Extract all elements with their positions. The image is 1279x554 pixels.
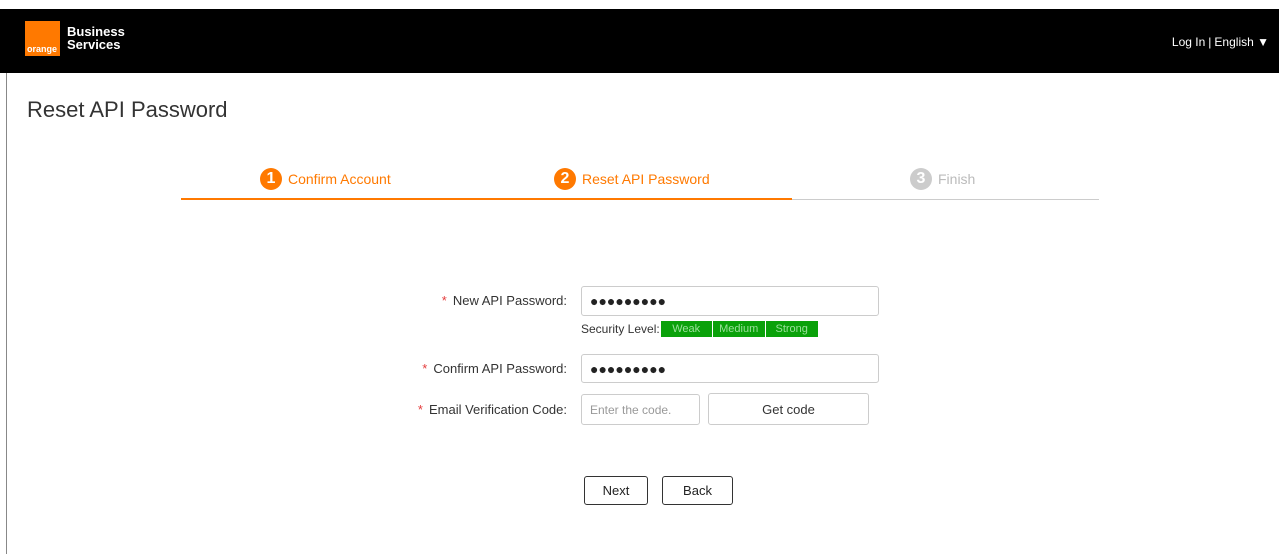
header-links: Log In | English ▼ xyxy=(1172,35,1269,49)
page-left-border xyxy=(6,73,7,554)
page-title: Reset API Password xyxy=(27,97,228,122)
required-mark: * xyxy=(417,402,423,417)
step-number-2: 2 xyxy=(554,168,576,190)
confirm-password-input[interactable]: ●●●●●●●●● xyxy=(581,354,879,383)
security-strong: Strong xyxy=(765,321,818,337)
logo-text: orange xyxy=(27,44,58,54)
header-separator: | xyxy=(1208,35,1212,49)
email-code-placeholder: Enter the code. xyxy=(590,402,672,417)
security-level-label: Security Level: xyxy=(581,322,660,336)
email-code-input[interactable]: Enter the code. xyxy=(581,394,700,425)
language-select[interactable]: English ▼ xyxy=(1214,35,1269,49)
required-mark: * xyxy=(441,293,447,308)
security-medium: Medium xyxy=(712,321,765,337)
step-number-1: 1 xyxy=(260,168,282,190)
confirm-password-label-text: Confirm API Password: xyxy=(433,361,567,376)
new-password-label-text: New API Password: xyxy=(452,293,567,308)
step-number-3: 3 xyxy=(910,168,932,190)
next-button[interactable]: Next xyxy=(584,476,648,505)
step-label: Confirm Account xyxy=(288,171,391,187)
confirm-password-label: * Confirm API Password: xyxy=(380,361,567,376)
back-button[interactable]: Back xyxy=(662,476,733,505)
step-reset-password: 2 Reset API Password xyxy=(554,168,710,190)
progress-stepper: 1 Confirm Account 2 Reset API Password 3… xyxy=(181,166,1099,200)
step-finish: 3 Finish xyxy=(910,168,975,190)
header-bar: orange Business Services Log In | English … xyxy=(0,9,1279,73)
new-password-value: ●●●●●●●●● xyxy=(590,293,667,309)
email-code-label-text: Email Verification Code: xyxy=(428,402,567,417)
required-mark: * xyxy=(422,361,428,376)
new-password-input[interactable]: ●●●●●●●●● xyxy=(581,286,879,316)
orange-logo[interactable]: orange xyxy=(25,21,60,56)
security-weak: Weak xyxy=(660,321,712,337)
get-code-button[interactable]: Get code xyxy=(708,393,869,425)
brand-name: Business Services xyxy=(67,25,125,51)
brand-line2: Services xyxy=(67,37,121,52)
stepper-progress xyxy=(181,198,792,200)
new-password-label: * New API Password: xyxy=(380,293,567,308)
step-label: Finish xyxy=(938,171,976,187)
top-strip xyxy=(0,0,1279,9)
security-level: Security Level: Weak Medium Strong xyxy=(581,321,818,337)
confirm-password-value: ●●●●●●●●● xyxy=(590,360,667,377)
step-confirm-account: 1 Confirm Account xyxy=(260,168,391,190)
step-label: Reset API Password xyxy=(582,171,710,187)
email-code-label: * Email Verification Code: xyxy=(380,402,567,417)
login-link[interactable]: Log In xyxy=(1172,35,1205,49)
